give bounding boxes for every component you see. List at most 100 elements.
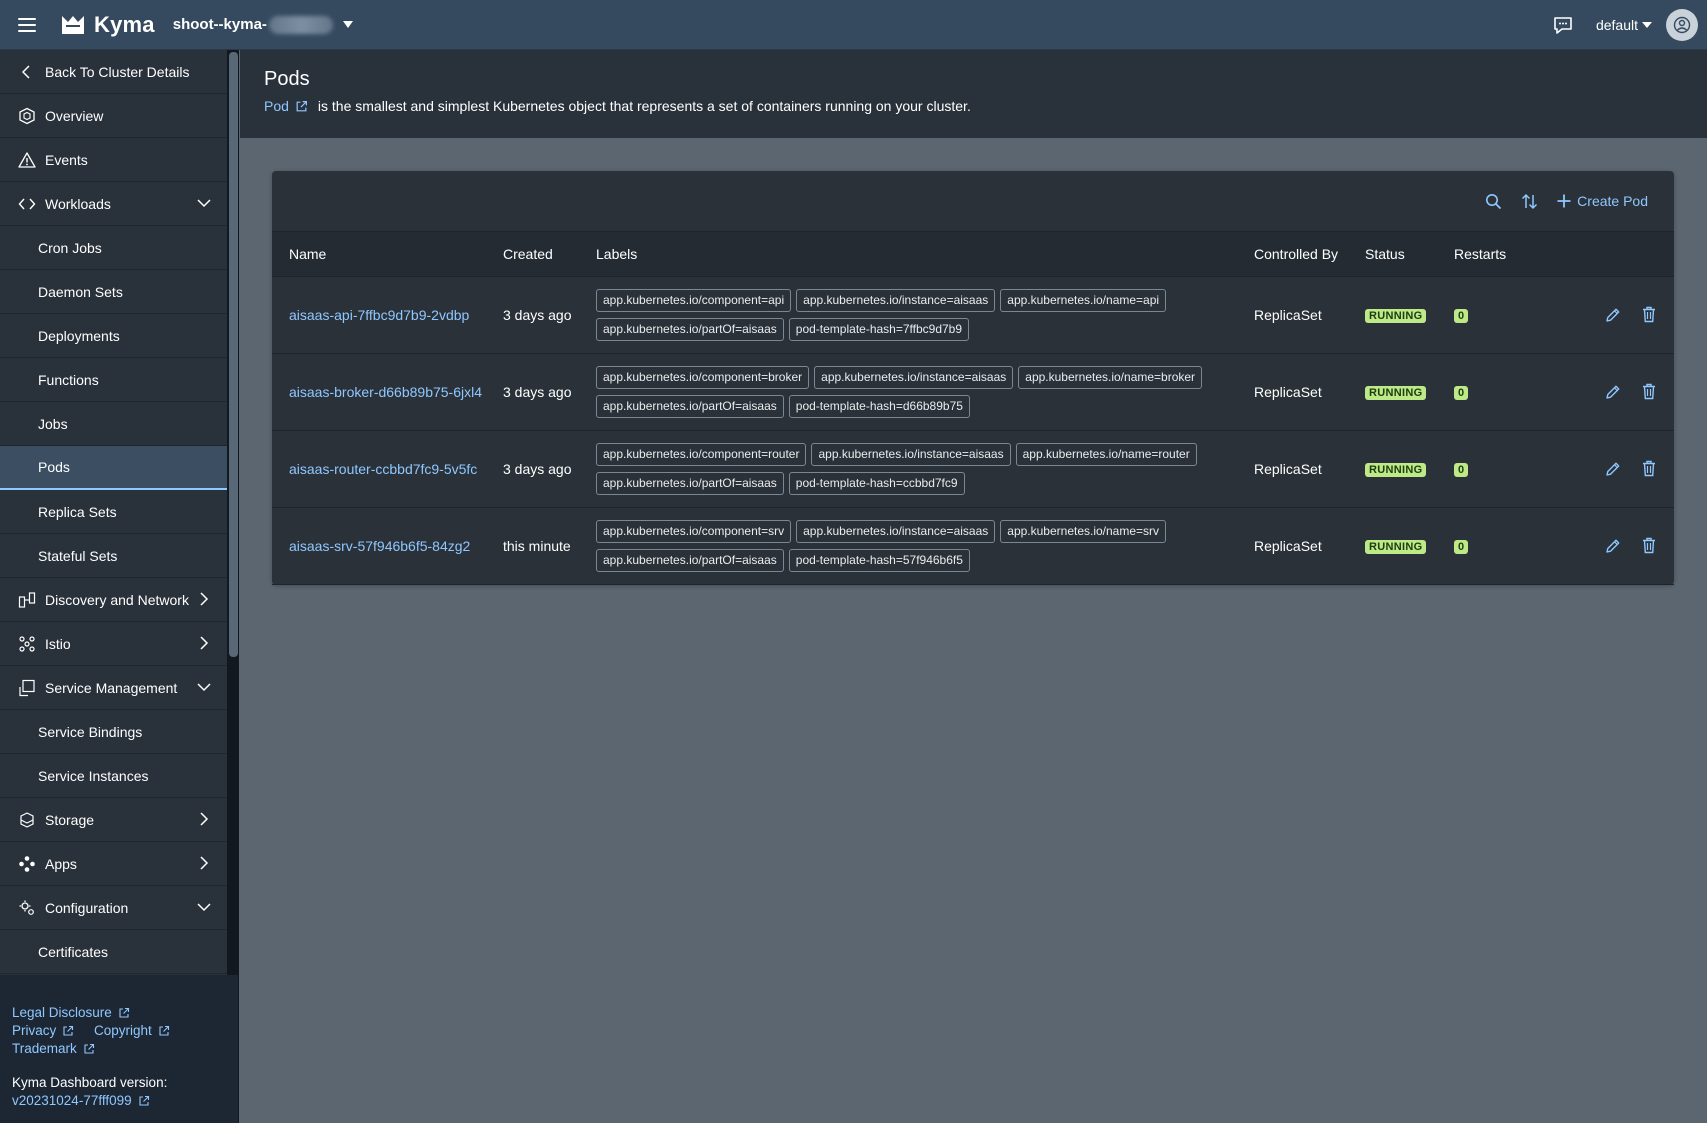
menu-icon[interactable] xyxy=(18,17,36,32)
user-avatar[interactable] xyxy=(1666,8,1698,41)
sidebar-item-jobs[interactable]: Jobs xyxy=(0,402,227,446)
version-value: v20231024-77fff099 xyxy=(12,1093,132,1108)
sidebar-item-label: Overview xyxy=(45,107,104,124)
sidebar: Back To Cluster Details Overview Events … xyxy=(0,50,239,1123)
created-cell: this minute xyxy=(503,507,596,585)
controlled-by-cell: ReplicaSet xyxy=(1254,430,1365,508)
feedback-icon[interactable] xyxy=(1552,14,1574,36)
pod-name-link[interactable]: aisaas-srv-57f946b6f5-84zg2 xyxy=(289,538,470,554)
legal-disclosure-link[interactable]: Legal Disclosure xyxy=(12,1004,130,1022)
sidebar-group-service-management[interactable]: Service Management xyxy=(0,666,227,710)
workloads-icon xyxy=(18,195,36,213)
sidebar-group-storage[interactable]: Storage xyxy=(0,798,227,842)
sidebar-item-label: Stateful Sets xyxy=(38,547,118,564)
labels-list: app.kubernetes.io/component=api app.kube… xyxy=(596,286,1216,344)
trademark-link[interactable]: Trademark xyxy=(12,1040,95,1058)
pod-name-link[interactable]: aisaas-router-ccbbd7fc9-5v5fc xyxy=(289,461,477,477)
sidebar-item-deployments[interactable]: Deployments xyxy=(0,314,227,358)
sidebar-item-label: Pods xyxy=(38,459,70,475)
chevron-right-icon[interactable] xyxy=(197,592,211,606)
copyright-link[interactable]: Copyright xyxy=(94,1022,170,1040)
back-label: Back To Cluster Details xyxy=(45,63,190,80)
delete-icon[interactable] xyxy=(1640,383,1658,401)
edit-icon[interactable] xyxy=(1604,460,1622,478)
sidebar-item-label: Service Instances xyxy=(38,767,149,784)
chevron-right-icon[interactable] xyxy=(197,636,211,650)
shellbar: Kyma shoot--kyma- default xyxy=(0,0,1707,50)
sidebar-item-certificates[interactable]: Certificates xyxy=(0,930,227,974)
chevron-left-icon xyxy=(18,63,36,81)
sidebar-item-events[interactable]: Events xyxy=(0,138,227,182)
restarts-badge: 0 xyxy=(1454,540,1469,554)
sidebar-group-apps[interactable]: Apps xyxy=(0,842,227,886)
table-row[interactable]: aisaas-srv-57f946b6f5-84zg2 this minute … xyxy=(272,507,1674,585)
storage-icon xyxy=(18,811,36,829)
controlled-by-cell: ReplicaSet xyxy=(1254,353,1365,431)
sidebar-group-configuration[interactable]: Configuration xyxy=(0,886,227,930)
create-pod-button[interactable]: Create Pod xyxy=(1557,193,1648,209)
delete-icon[interactable] xyxy=(1640,537,1658,555)
privacy-link[interactable]: Privacy xyxy=(12,1022,74,1040)
label-token: pod-template-hash=ccbbd7fc9 xyxy=(788,471,965,495)
sidebar-group-workloads[interactable]: Workloads xyxy=(0,182,227,226)
external-link-icon xyxy=(84,1043,94,1054)
sidebar-item-daemon-sets[interactable]: Daemon Sets xyxy=(0,270,227,314)
page-title: Pods xyxy=(264,68,310,90)
sidebar-item-label: Istio xyxy=(45,635,71,652)
sidebar-scrollbar-thumb[interactable] xyxy=(229,52,238,657)
chevron-down-icon xyxy=(342,21,353,28)
create-pod-label: Create Pod xyxy=(1577,193,1648,209)
sidebar-item-functions[interactable]: Functions xyxy=(0,358,227,402)
label-token: app.kubernetes.io/partOf=aisaas xyxy=(596,471,784,495)
warning-icon xyxy=(18,151,36,169)
label-token: app.kubernetes.io/partOf=aisaas xyxy=(596,394,784,418)
edit-icon[interactable] xyxy=(1604,537,1622,555)
trademark-label: Trademark xyxy=(12,1041,77,1056)
sidebar-group-discovery-and-network[interactable]: Discovery and Network xyxy=(0,578,227,622)
sort-icon[interactable] xyxy=(1519,191,1539,211)
delete-icon[interactable] xyxy=(1640,460,1658,478)
search-icon[interactable] xyxy=(1483,191,1503,211)
pod-name-link[interactable]: aisaas-api-7ffbc9d7b9-2vdbp xyxy=(289,307,469,323)
edit-icon[interactable] xyxy=(1604,383,1622,401)
controlled-by-cell: ReplicaSet xyxy=(1254,276,1365,354)
legal-disclosure-label: Legal Disclosure xyxy=(12,1005,112,1020)
delete-icon[interactable] xyxy=(1640,306,1658,324)
namespace-selector[interactable]: default xyxy=(1596,17,1652,33)
kyma-logo[interactable]: Kyma xyxy=(60,12,155,38)
table-row[interactable]: aisaas-api-7ffbc9d7b9-2vdbp 3 days ago a… xyxy=(272,276,1674,354)
sidebar-item-label: Configuration xyxy=(45,899,129,916)
label-token: app.kubernetes.io/name=broker xyxy=(1018,365,1203,389)
sidebar-item-cron-jobs[interactable]: Cron Jobs xyxy=(0,226,227,270)
chevron-right-icon[interactable] xyxy=(197,812,211,826)
created-cell: 3 days ago xyxy=(503,353,596,431)
network-icon xyxy=(18,591,36,609)
status-badge: RUNNING xyxy=(1365,386,1427,400)
back-to-cluster-link[interactable]: Back To Cluster Details xyxy=(0,50,227,94)
chevron-right-icon[interactable] xyxy=(197,856,211,870)
sidebar-item-replica-sets[interactable]: Replica Sets xyxy=(0,490,227,534)
labels-list: app.kubernetes.io/component=srv app.kube… xyxy=(596,517,1216,575)
chevron-down-icon[interactable] xyxy=(197,196,211,210)
sidebar-item-service-instances[interactable]: Service Instances xyxy=(0,754,227,798)
version-link[interactable]: v20231024-77fff099 xyxy=(12,1092,150,1110)
external-link-icon xyxy=(296,100,307,111)
sidebar-group-istio[interactable]: Istio xyxy=(0,622,227,666)
table-row[interactable]: aisaas-router-ccbbd7fc9-5v5fc 3 days ago… xyxy=(272,430,1674,508)
created-cell: 3 days ago xyxy=(503,430,596,508)
status-badge: RUNNING xyxy=(1365,540,1427,554)
cluster-selector[interactable]: shoot--kyma- xyxy=(173,15,353,34)
sidebar-item-label: Deployments xyxy=(38,327,120,344)
sidebar-item-pods[interactable]: Pods xyxy=(0,446,227,490)
sidebar-item-label: Functions xyxy=(38,371,99,388)
sidebar-item-overview[interactable]: Overview xyxy=(0,94,227,138)
edit-icon[interactable] xyxy=(1604,306,1622,324)
chevron-down-icon[interactable] xyxy=(197,900,211,914)
sidebar-item-stateful-sets[interactable]: Stateful Sets xyxy=(0,534,227,578)
pod-docs-link[interactable]: Pod xyxy=(264,98,308,114)
pod-name-link[interactable]: aisaas-broker-d66b89b75-6jxl4 xyxy=(289,384,482,400)
table-row[interactable]: aisaas-broker-d66b89b75-6jxl4 3 days ago… xyxy=(272,353,1674,431)
chevron-down-icon[interactable] xyxy=(197,680,211,694)
sidebar-item-service-bindings[interactable]: Service Bindings xyxy=(0,710,227,754)
chevron-down-icon xyxy=(1642,21,1652,28)
